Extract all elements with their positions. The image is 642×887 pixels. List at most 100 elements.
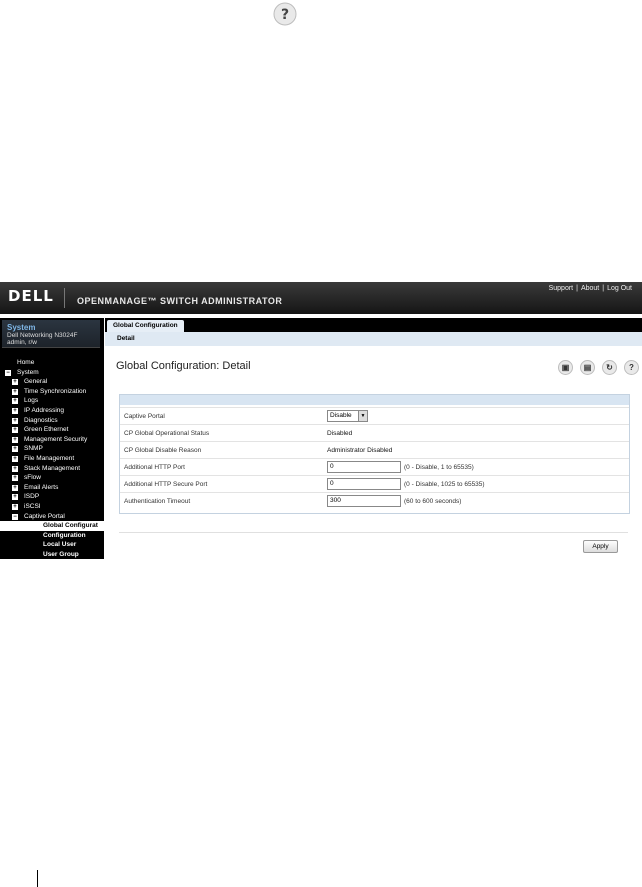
expand-icon[interactable]: + <box>12 494 18 501</box>
sidebar-item-management-security[interactable]: + Management Security <box>0 435 104 445</box>
captive-portal-label: Captive Portal <box>124 413 165 420</box>
sidebar-item-green-ethernet[interactable]: + Green Ethernet <box>0 425 104 435</box>
subtab-detail[interactable]: Detail <box>117 335 135 342</box>
help-icon[interactable]: ? <box>624 360 639 375</box>
collapse-icon[interactable]: − <box>5 369 11 376</box>
sidebar-item-user-group[interactable]: User Group <box>0 550 104 559</box>
sidebar-item-label: Configuration <box>43 531 86 539</box>
app-header: DELL OPENMANAGE™ SWITCH ADMINISTRATOR Su… <box>0 282 642 314</box>
divider <box>119 532 628 533</box>
disable-reason-label: CP Global Disable Reason <box>124 447 202 454</box>
nav-tree: Home − System + General + Time Synchronization… <box>0 358 104 559</box>
product-title: OPENMANAGE™ SWITCH ADMINISTRATOR <box>77 296 283 306</box>
system-user: admin, r/w <box>7 339 37 346</box>
apply-button[interactable]: Apply <box>583 540 618 553</box>
sidebar-item-label: Logs <box>24 397 39 405</box>
system-model: Dell Networking N3024F <box>7 332 78 339</box>
sidebar-item-label: IP Addressing <box>24 406 64 414</box>
expand-icon[interactable]: + <box>12 465 18 472</box>
collapse-icon[interactable]: − <box>12 513 18 520</box>
sidebar-item-label: iSCSI <box>24 502 41 510</box>
sidebar-item-snmp[interactable]: + SNMP <box>0 444 104 454</box>
https-port-hint: (0 - Disable, 1025 to 65535) <box>404 481 485 488</box>
tab-bar: Global Configuration <box>105 318 642 332</box>
sidebar-item-label: Time Synchronization <box>24 387 87 395</box>
support-link[interactable]: Support <box>549 285 574 292</box>
link-separator: | <box>602 285 605 292</box>
subtab-bar: Detail <box>105 332 642 346</box>
dell-logo: DELL <box>8 287 54 305</box>
expand-icon[interactable]: + <box>12 436 18 443</box>
svg-text:?: ? <box>281 7 289 23</box>
row-captive-portal: Captive Portal Disable ▼ <box>120 407 629 425</box>
about-link[interactable]: About <box>581 285 599 292</box>
main-content: Global Configuration Detail Global Confi… <box>105 318 642 559</box>
sidebar-item-label: SNMP <box>24 445 43 453</box>
sidebar-item-label: Diagnostics <box>24 416 58 424</box>
row-disable-reason: CP Global Disable Reason Administrator D… <box>120 441 629 459</box>
http-port-hint: (0 - Disable, 1 to 65535) <box>404 464 474 471</box>
sidebar-item-ip-addressing[interactable]: + IP Addressing <box>0 406 104 416</box>
sidebar-item-global-configurat[interactable]: Global Configurat <box>0 521 104 531</box>
auth-timeout-input[interactable]: 300 <box>327 495 401 507</box>
sidebar-item-iscsi[interactable]: + iSCSI <box>0 502 104 512</box>
expand-icon[interactable]: + <box>12 455 18 462</box>
refresh-icon[interactable]: ↻ <box>602 360 617 375</box>
logout-link[interactable]: Log Out <box>607 285 632 292</box>
row-https-port: Additional HTTP Secure Port 0 (0 - Disab… <box>120 475 629 493</box>
sidebar-item-stack-management[interactable]: + Stack Management <box>0 464 104 474</box>
system-title: System <box>7 323 36 332</box>
http-port-input[interactable]: 0 <box>327 461 401 473</box>
sidebar-item-isdp[interactable]: + ISDP <box>0 492 104 502</box>
sidebar-item-label: File Management <box>24 454 75 462</box>
save-icon[interactable]: ▣ <box>558 360 573 375</box>
sidebar-item-sflow[interactable]: + sFlow <box>0 473 104 483</box>
expand-icon[interactable]: + <box>12 503 18 510</box>
sidebar-item-system[interactable]: − System <box>0 368 104 378</box>
expand-icon[interactable]: + <box>12 475 18 482</box>
expand-icon[interactable]: + <box>12 388 18 395</box>
captive-portal-value: Disable <box>330 412 352 419</box>
sidebar-item-configuration[interactable]: Configuration <box>0 531 104 541</box>
expand-icon[interactable]: + <box>12 398 18 405</box>
expand-icon[interactable]: + <box>12 427 18 434</box>
sidebar-item-email-alerts[interactable]: + Email Alerts <box>0 483 104 493</box>
sidebar-item-label: ISDP <box>24 493 40 501</box>
page-title: Global Configuration: Detail <box>116 360 251 372</box>
sidebar-item-label: General <box>24 378 48 386</box>
panel-header <box>120 395 629 405</box>
sidebar-item-general[interactable]: + General <box>0 377 104 387</box>
http-port-label: Additional HTTP Port <box>124 464 185 471</box>
row-op-status: CP Global Operational Status Disabled <box>120 424 629 442</box>
expand-icon[interactable]: + <box>12 407 18 414</box>
sidebar-item-local-user[interactable]: Local User <box>0 540 104 550</box>
sidebar-item-home[interactable]: Home <box>0 358 104 368</box>
expand-icon[interactable]: + <box>12 446 18 453</box>
tab-global-configuration[interactable]: Global Configuration <box>107 320 184 332</box>
config-panel: Captive Portal Disable ▼ CP Global Opera… <box>119 394 630 514</box>
chevron-down-icon: ▼ <box>358 411 367 421</box>
sidebar-item-captive-portal[interactable]: − Captive Portal <box>0 512 104 522</box>
system-info: System Dell Networking N3024F admin, r/w <box>2 320 100 348</box>
link-separator: | <box>576 285 578 292</box>
screenshot-frame: DELL OPENMANAGE™ SWITCH ADMINISTRATOR Su… <box>0 282 642 559</box>
top-links: Support | About | Log Out <box>549 285 632 292</box>
sidebar-item-label: Management Security <box>24 435 88 443</box>
expand-icon[interactable]: + <box>12 484 18 491</box>
sidebar-item-label: Local User <box>43 541 77 549</box>
captive-portal-select[interactable]: Disable ▼ <box>327 410 368 422</box>
sidebar-item-label: Global Configurat <box>43 522 98 530</box>
row-http-port: Additional HTTP Port 0 (0 - Disable, 1 t… <box>120 458 629 476</box>
https-port-input[interactable]: 0 <box>327 478 401 490</box>
sidebar-item-diagnostics[interactable]: + Diagnostics <box>0 416 104 426</box>
sidebar-item-logs[interactable]: + Logs <box>0 396 104 406</box>
row-auth-timeout: Authentication Timeout 300 (60 to 600 se… <box>120 492 629 510</box>
print-icon[interactable]: ▤ <box>580 360 595 375</box>
sidebar: System Dell Networking N3024F admin, r/w… <box>0 318 104 559</box>
expand-icon[interactable]: + <box>12 417 18 424</box>
expand-icon[interactable]: + <box>12 379 18 386</box>
sidebar-item-label: Email Alerts <box>24 483 59 491</box>
sidebar-item-file-management[interactable]: + File Management <box>0 454 104 464</box>
help-icon: ? <box>273 2 297 26</box>
sidebar-item-time-synchronization[interactable]: + Time Synchronization <box>0 387 104 397</box>
